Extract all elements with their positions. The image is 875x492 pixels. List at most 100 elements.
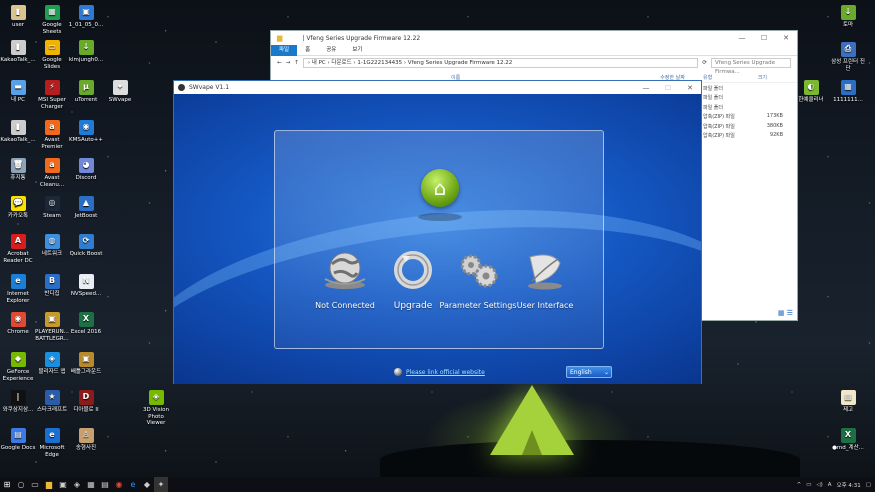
app-taskbar-icon-3[interactable]: ▦ bbox=[84, 477, 98, 492]
desktop-icon[interactable]: ◉ KMSAuto++ bbox=[68, 120, 104, 144]
desktop-icon[interactable]: ▬ 내 PC bbox=[0, 80, 36, 104]
desktop-icon[interactable]: ⟳ Quick Boost bbox=[68, 234, 104, 258]
desktop-icon[interactable]: 💬 카카오톡 bbox=[0, 196, 36, 220]
file-row[interactable]: 파일 폴더 bbox=[701, 102, 797, 112]
desktop-icon-image: ◉ bbox=[78, 120, 94, 135]
desktop-icon-image: a bbox=[44, 158, 60, 173]
ime-indicator[interactable]: A bbox=[828, 482, 832, 488]
desktop-icon[interactable]: | 와쿠삼지삼... bbox=[0, 390, 36, 414]
close-button[interactable]: ✕ bbox=[775, 34, 797, 42]
desktop-icon[interactable]: N NVSpeed... bbox=[68, 274, 104, 298]
file-row[interactable]: 파일 폴더 bbox=[701, 93, 797, 103]
desktop-icon[interactable]: ↓ klmjungh0... bbox=[68, 40, 104, 64]
desktop-icon[interactable]: ▣ PLAYERUN... BATTLEGR... bbox=[34, 312, 70, 342]
desktop-icon[interactable]: ▤ 제고 bbox=[830, 390, 866, 414]
desktop-icon[interactable]: ▣ 1_01_05_0... bbox=[68, 5, 104, 29]
official-website-link[interactable]: Please link official website bbox=[406, 369, 485, 376]
desktop-icon[interactable]: ◍ 네트워크 bbox=[34, 234, 70, 258]
desktop-icon[interactable]: ↓ 토마 bbox=[830, 5, 866, 29]
desktop-icon[interactable]: A Acrobat Reader DC bbox=[0, 234, 36, 264]
swvape-titlebar[interactable]: SWvape V1.1 — ☐ ✕ bbox=[174, 81, 701, 94]
refresh-icon[interactable]: ⟳ bbox=[702, 60, 707, 66]
desktop-icon[interactable]: ◆ GeForce Experience bbox=[0, 352, 36, 382]
desktop-icon[interactable]: ⎙ 삼성 프린터 진단 bbox=[830, 42, 866, 72]
desktop-icon[interactable]: a Avast Cleanu... bbox=[34, 158, 70, 188]
start-button[interactable]: ⊞ bbox=[0, 477, 14, 492]
home-shadow bbox=[418, 213, 462, 221]
path-field[interactable]: › 내 PC › 다운로드 › 1-1G222134435 › Vfeng Se… bbox=[302, 58, 699, 68]
desktop-icon[interactable]: ▮ KakaoTalk_... bbox=[0, 40, 36, 64]
column-header-size[interactable]: 크기 bbox=[758, 74, 767, 81]
desktop-icon[interactable]: ◐ 한예클리너 bbox=[793, 80, 829, 104]
desktop-icon[interactable]: 🗑 휴지통 bbox=[0, 158, 36, 182]
desktop-icon[interactable]: ▮ user bbox=[0, 5, 36, 29]
back-arrow-icon[interactable]: ← bbox=[277, 60, 282, 66]
ribbon-tab-file[interactable]: 파일 bbox=[271, 44, 298, 56]
column-header-type[interactable]: 유형 bbox=[703, 74, 712, 81]
edge-taskbar-icon[interactable]: e bbox=[126, 477, 140, 492]
file-row[interactable]: 압축(ZIP) 파일 92KB bbox=[701, 131, 797, 141]
desktop-icon[interactable]: ✦ SWvape bbox=[102, 80, 138, 104]
desktop-icon[interactable]: ▦ 1111111... bbox=[830, 80, 866, 104]
chrome-taskbar-icon[interactable]: ◉ bbox=[112, 477, 126, 492]
desktop-icon[interactable]: µ uTorrent bbox=[68, 80, 104, 104]
up-arrow-icon[interactable]: ↑ bbox=[294, 60, 299, 66]
maximize-button[interactable]: ☐ bbox=[753, 34, 775, 42]
desktop-icon[interactable]: ◕ Discord bbox=[68, 158, 104, 182]
notification-icon[interactable]: ▢ bbox=[866, 482, 871, 488]
app-taskbar-icon-4[interactable]: ▤ bbox=[98, 477, 112, 492]
tray-up-arrow-icon[interactable]: ^ bbox=[797, 482, 802, 488]
clock[interactable]: 오후 4:31 bbox=[837, 481, 861, 489]
search-icon[interactable]: ○ bbox=[14, 477, 28, 492]
desktop-icon[interactable]: ◈ 블리자드 앱 bbox=[34, 352, 70, 376]
file-row[interactable]: 파일 폴더 bbox=[701, 83, 797, 93]
desktop-icon[interactable]: ⚡ MSI Super Charger bbox=[34, 80, 70, 110]
ribbon-tab-share[interactable]: 공유 bbox=[318, 45, 344, 56]
desktop-icon[interactable]: e Microsoft Edge bbox=[34, 428, 70, 458]
desktop-icon[interactable]: ◉ Chrome bbox=[0, 312, 36, 336]
desktop-icon[interactable]: D 디아블로 II bbox=[68, 390, 104, 414]
desktop-icon-label: ●md_계산... bbox=[832, 445, 864, 451]
network-icon[interactable]: ▭ bbox=[806, 482, 811, 488]
desktop-icon[interactable]: ▮ KakaoTalk_... bbox=[0, 120, 36, 144]
forward-arrow-icon[interactable]: → bbox=[286, 60, 291, 66]
close-button[interactable]: ✕ bbox=[679, 84, 701, 92]
view-toggle-icons[interactable]: ▦ ☰ bbox=[778, 309, 793, 317]
search-field[interactable]: Vfeng Series Upgrade Firmwa... bbox=[711, 58, 791, 75]
ribbon-tab-home[interactable]: 홈 bbox=[297, 45, 318, 56]
desktop-icon[interactable]: ▲ JetBoost bbox=[68, 196, 104, 220]
desktop-icon[interactable]: B 반디집 bbox=[34, 274, 70, 298]
user-interface-button[interactable]: User Interface bbox=[505, 249, 585, 310]
swvape-taskbar-icon[interactable]: ✦ bbox=[154, 477, 168, 492]
desktop-icon[interactable]: ♙ 송형사진 bbox=[68, 428, 104, 452]
explorer-titlebar[interactable]: ▆ | Vfeng Series Upgrade Firmware 12.22 … bbox=[271, 31, 797, 45]
desktop-icon[interactable]: ▤ Google Docs bbox=[0, 428, 36, 452]
file-row[interactable]: 압축(ZIP) 파일 173KB bbox=[701, 112, 797, 122]
app-taskbar-icon-1[interactable]: ▣ bbox=[56, 477, 70, 492]
home-button[interactable]: ⌂ bbox=[421, 169, 459, 207]
minimize-button[interactable]: — bbox=[635, 84, 657, 92]
app-taskbar-icon-5[interactable]: ◆ bbox=[140, 477, 154, 492]
minimize-button[interactable]: — bbox=[731, 34, 753, 42]
desktop-icon[interactable]: X ●md_계산... bbox=[830, 428, 866, 452]
file-row[interactable]: 압축(ZIP) 파일 380KB bbox=[701, 121, 797, 131]
ribbon-tab-view[interactable]: 보기 bbox=[344, 45, 370, 56]
app-taskbar-icon-2[interactable]: ◈ bbox=[70, 477, 84, 492]
desktop-icon[interactable]: ◈ 3D Vision Photo Viewer bbox=[138, 390, 174, 427]
desktop-icon[interactable]: ▣ 배틀그라운드 bbox=[68, 352, 104, 376]
desktop-icon[interactable]: e Internet Explorer bbox=[0, 274, 36, 304]
taskbar: ⊞ ○ ▭ ▆ ▣ ◈ ▦ ▤ ◉ e ◆ ✦ ^ ▭ ◁) A 오후 4:31… bbox=[0, 477, 875, 492]
desktop-icon-image: 💬 bbox=[10, 196, 26, 211]
volume-icon[interactable]: ◁) bbox=[816, 482, 822, 488]
desktop-icon-label: NVSpeed... bbox=[70, 291, 102, 297]
desktop-icon[interactable]: a Avast Premier bbox=[34, 120, 70, 150]
desktop-icon[interactable]: ▦ Google Sheets bbox=[34, 5, 70, 35]
desktop-icon[interactable]: ▭ Google Slides bbox=[34, 40, 70, 70]
task-view-icon[interactable]: ▭ bbox=[28, 477, 42, 492]
file-explorer-taskbar-icon[interactable]: ▆ bbox=[42, 477, 56, 492]
desktop-icon[interactable]: X Excel 2016 bbox=[68, 312, 104, 336]
desktop-icon[interactable]: ◎ Steam bbox=[34, 196, 70, 220]
maximize-button[interactable]: ☐ bbox=[657, 84, 679, 92]
language-select[interactable]: English ⌄ bbox=[566, 366, 612, 378]
desktop-icon[interactable]: ★ 스타크래프트 bbox=[34, 390, 70, 414]
